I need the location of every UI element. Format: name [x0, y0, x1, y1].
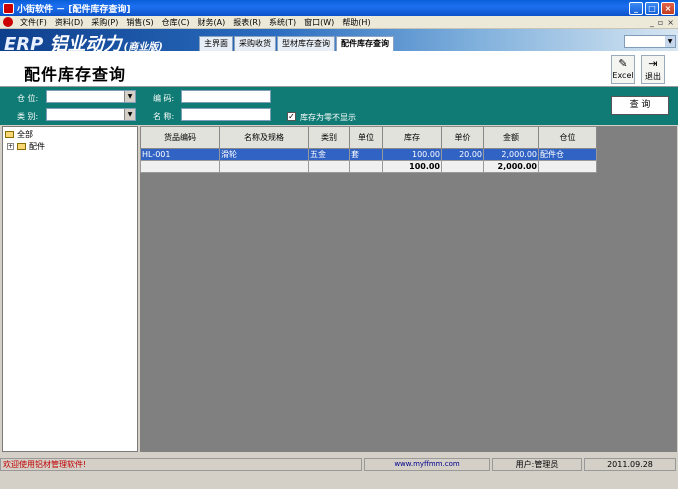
banner: ERP 铝业动力 (商业版) 主界面 采购收货 型材库存查询 配件库存查询 ▼: [0, 29, 678, 51]
tree-root-label: 全部: [17, 130, 33, 139]
tab-strip: 主界面 采购收货 型材库存查询 配件库存查询: [199, 36, 394, 51]
expand-icon[interactable]: +: [7, 143, 14, 150]
name-input[interactable]: [181, 108, 271, 121]
menu-finance[interactable]: 财务(A): [193, 17, 229, 28]
table-row[interactable]: HL-001 滑轮 五金 套 100.00 20.00 2,000.00 配件仓: [140, 148, 597, 161]
total-cell: [441, 160, 484, 173]
column-header[interactable]: 货品编码: [140, 126, 220, 149]
category-label: 类 别:: [17, 112, 39, 121]
tab-purchase-receipt[interactable]: 采购收货: [234, 36, 276, 51]
menu-report[interactable]: 报表(R): [229, 17, 265, 28]
logo-erp: ERP: [4, 34, 44, 51]
menu-file[interactable]: 文件(F): [16, 17, 51, 28]
cell-stock[interactable]: 100.00: [382, 148, 442, 161]
chevron-down-icon[interactable]: ▼: [124, 109, 135, 120]
excel-icon: ✎: [618, 57, 628, 70]
column-header[interactable]: 仓位: [538, 126, 597, 149]
menu-bar: 文件(F) 资料(D) 采购(P) 销售(S) 仓库(C) 财务(A) 报表(R…: [0, 16, 678, 29]
cell-location[interactable]: 配件仓: [538, 148, 597, 161]
folder-icon: [17, 143, 26, 150]
menu-data[interactable]: 资料(D): [51, 17, 87, 28]
page-header: 配件库存查询 ✎ Excel ⇥ 退出: [0, 51, 678, 87]
status-date: 2011.09.28: [584, 458, 676, 471]
logo-edition: (商业版): [123, 42, 163, 51]
exit-label: 退出: [645, 72, 661, 81]
cell-amount[interactable]: 2,000.00: [483, 148, 539, 161]
totals-row: 100.00 2,000.00: [140, 160, 597, 173]
code-label: 编 码:: [153, 94, 175, 103]
logo: ERP 铝业动力 (商业版): [4, 30, 163, 51]
menu-window[interactable]: 窗口(W): [300, 17, 338, 28]
excel-button[interactable]: ✎ Excel: [611, 55, 635, 84]
warehouse-select[interactable]: ▼: [46, 90, 136, 103]
total-cell: [538, 160, 597, 173]
zero-stock-checkbox[interactable]: ✓: [287, 112, 296, 121]
mdi-minimize-button[interactable]: _: [650, 18, 654, 27]
column-header[interactable]: 库存: [382, 126, 442, 149]
total-stock: 100.00: [382, 160, 442, 173]
logo-name: 铝业动力: [49, 34, 122, 51]
title-bar: 小街软件 － [配件库存查询] _ □ ×: [0, 0, 678, 16]
excel-label: Excel: [612, 71, 634, 80]
column-header[interactable]: 单位: [349, 126, 383, 149]
tab-profile-stock[interactable]: 型材库存查询: [277, 36, 335, 51]
category-select[interactable]: ▼: [46, 108, 136, 121]
code-input[interactable]: [181, 90, 271, 103]
name-label: 名 称:: [153, 112, 175, 121]
menu-help[interactable]: 帮助(H): [338, 17, 374, 28]
total-cell: [349, 160, 383, 173]
category-tree: 全部 + 配件: [2, 126, 138, 452]
mdi-controls: _ ▫ ×: [650, 18, 678, 27]
column-header[interactable]: 单价: [441, 126, 484, 149]
mdi-close-button[interactable]: ×: [667, 18, 674, 27]
warehouse-label: 仓 位:: [17, 94, 39, 103]
tab-main[interactable]: 主界面: [199, 36, 233, 51]
total-cell: [140, 160, 220, 173]
filter-panel: 仓 位: ▼ 类 别: ▼ 编 码: 名 称: ✓ 库存为零不显示 查 询: [0, 87, 678, 125]
tree-node-root[interactable]: 全部: [5, 129, 33, 140]
column-header[interactable]: 类别: [308, 126, 350, 149]
exit-icon: ⇥: [648, 57, 658, 70]
column-header[interactable]: 金额: [483, 126, 539, 149]
column-header[interactable]: 名称及规格: [219, 126, 309, 149]
total-amount: 2,000.00: [483, 160, 539, 173]
tab-parts-stock[interactable]: 配件库存查询: [336, 36, 394, 51]
app-icon: [3, 2, 14, 14]
mdi-restore-button[interactable]: ▫: [658, 18, 663, 27]
cell-code[interactable]: HL-001: [140, 148, 220, 161]
stock-table: 货品编码 名称及规格 类别 单位 库存 单价 金额 仓位 HL-001 滑轮 五…: [140, 126, 597, 173]
cell-price[interactable]: 20.00: [441, 148, 484, 161]
total-cell: [219, 160, 309, 173]
minimize-button[interactable]: _: [629, 1, 643, 15]
page-title: 配件库存查询: [24, 65, 127, 84]
close-button[interactable]: ×: [661, 1, 675, 15]
banner-dropdown[interactable]: ▼: [624, 35, 676, 48]
cell-category[interactable]: 五金: [308, 148, 350, 161]
status-user: 用户:管理员: [492, 458, 582, 471]
query-button[interactable]: 查 询: [611, 96, 669, 115]
document-icon[interactable]: [3, 17, 13, 27]
menu-sales[interactable]: 销售(S): [122, 17, 157, 28]
menu-purchase[interactable]: 采购(P): [87, 17, 122, 28]
window-title: 小街软件 － [配件库存查询]: [17, 4, 131, 15]
folder-icon: [5, 131, 14, 138]
menu-system[interactable]: 系统(T): [265, 17, 300, 28]
grid-area: 货品编码 名称及规格 类别 单位 库存 单价 金额 仓位 HL-001 滑轮 五…: [140, 126, 677, 452]
cell-name[interactable]: 滑轮: [219, 148, 309, 161]
maximize-button[interactable]: □: [645, 1, 659, 15]
table-header-row: 货品编码 名称及规格 类别 单位 库存 单价 金额 仓位: [140, 126, 597, 149]
tree-node-parts[interactable]: + 配件: [7, 141, 45, 152]
tree-parts-label: 配件: [29, 142, 45, 151]
status-bar: 欢迎使用铝材管理软件! www.myffmm.com 用户:管理员 2011.0…: [0, 458, 678, 471]
total-cell: [308, 160, 350, 173]
status-welcome: 欢迎使用铝材管理软件!: [0, 458, 362, 471]
status-website[interactable]: www.myffmm.com: [364, 458, 490, 471]
zero-stock-label: 库存为零不显示: [300, 113, 356, 122]
menu-warehouse[interactable]: 仓库(C): [158, 17, 194, 28]
chevron-down-icon[interactable]: ▼: [124, 91, 135, 102]
chevron-down-icon[interactable]: ▼: [665, 36, 675, 47]
cell-unit[interactable]: 套: [349, 148, 383, 161]
exit-button[interactable]: ⇥ 退出: [641, 55, 665, 84]
